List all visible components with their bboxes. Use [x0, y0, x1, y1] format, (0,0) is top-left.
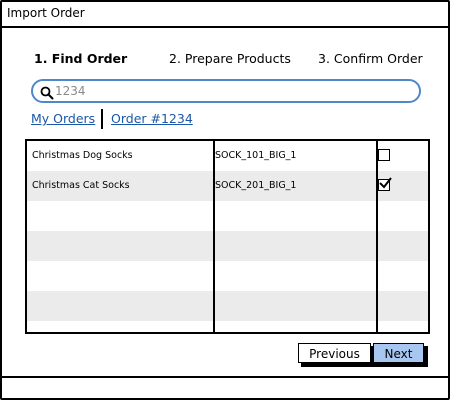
search-box — [31, 79, 421, 103]
breadcrumb-my-orders[interactable]: My Orders — [31, 111, 95, 126]
item-checkbox[interactable] — [378, 177, 392, 191]
item-sku: SOCK_201_BIG_1 — [215, 180, 297, 191]
order-items-table: Christmas Dog Socks SOCK_101_BIG_1 Chris… — [25, 139, 430, 334]
checkmark-icon — [379, 177, 392, 189]
search-input[interactable] — [55, 82, 405, 100]
import-order-window: Import Order 1. Find Order 2. Prepare Pr… — [0, 0, 450, 400]
step-find-order: 1. Find Order — [34, 51, 128, 66]
column-divider — [213, 141, 215, 332]
search-icon — [40, 85, 54, 100]
table-row[interactable]: Christmas Cat Socks SOCK_201_BIG_1 — [27, 171, 428, 201]
item-sku: SOCK_101_BIG_1 — [215, 150, 297, 161]
step-confirm-order: 3. Confirm Order — [318, 51, 423, 66]
table-row[interactable]: Christmas Dog Socks SOCK_101_BIG_1 — [27, 141, 428, 171]
empty-row — [27, 291, 428, 321]
pagination: Previous Next — [298, 343, 428, 367]
empty-row — [27, 261, 428, 291]
item-select-cell — [377, 171, 397, 201]
item-checkbox[interactable] — [378, 149, 390, 161]
footer-divider — [2, 376, 448, 378]
step-prepare-products: 2. Prepare Products — [169, 51, 291, 66]
column-divider — [376, 141, 378, 332]
next-button[interactable]: Next — [373, 343, 424, 363]
previous-button[interactable]: Previous — [298, 343, 371, 363]
wizard-steps: 1. Find Order 2. Prepare Products 3. Con… — [2, 51, 448, 71]
item-select-cell — [377, 141, 397, 171]
breadcrumb-divider — [101, 109, 103, 129]
breadcrumb-order[interactable]: Order #1234 — [111, 111, 193, 126]
empty-row — [27, 201, 428, 231]
title-bar: Import Order — [2, 2, 448, 28]
window-title: Import Order — [7, 6, 85, 20]
empty-row — [27, 231, 428, 261]
item-name: Christmas Cat Socks — [32, 180, 130, 191]
item-name: Christmas Dog Socks — [32, 150, 133, 161]
